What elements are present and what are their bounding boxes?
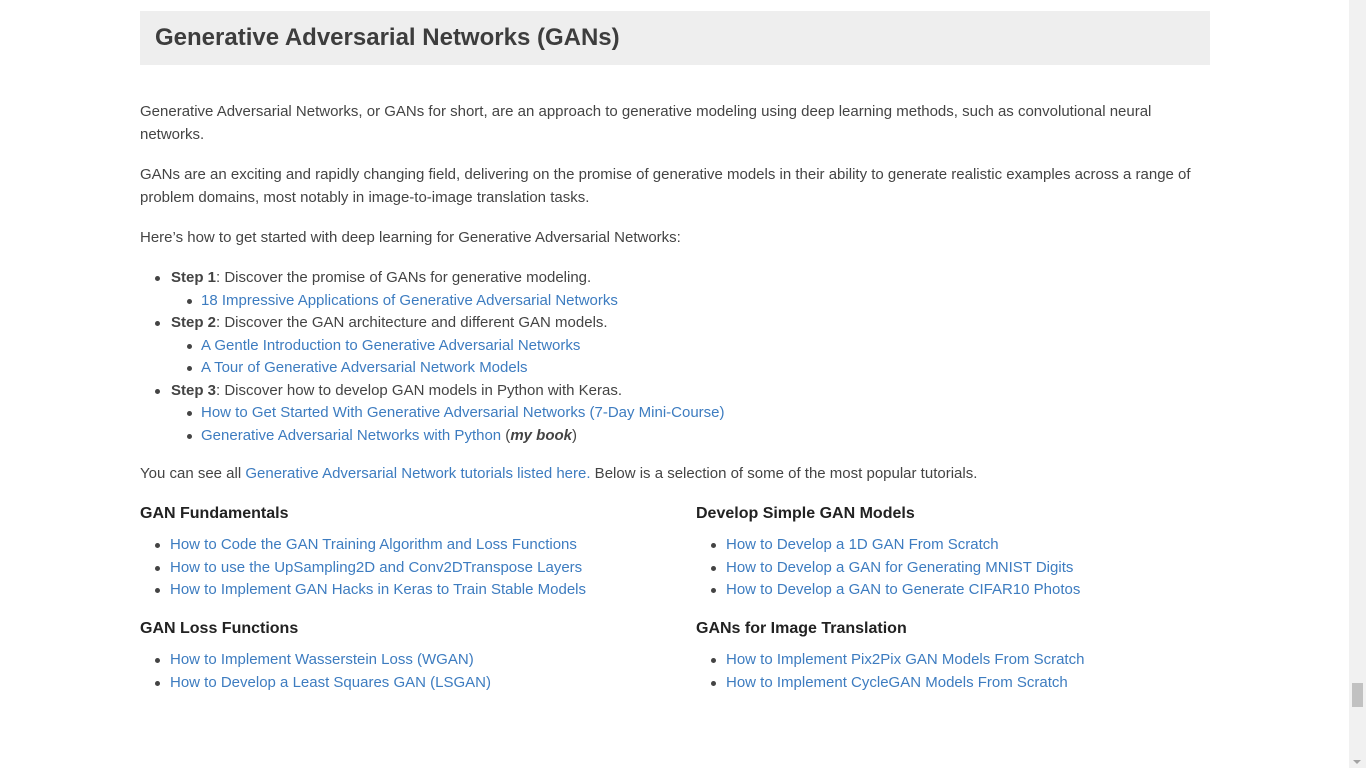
page: Generative Adversarial Networks (GANs) G… bbox=[0, 0, 1366, 768]
list-item: How to Code the GAN Training Algorithm a… bbox=[140, 534, 586, 557]
step-link[interactable]: A Tour of Generative Adversarial Network… bbox=[201, 359, 528, 376]
book-note-open: ( bbox=[501, 426, 511, 444]
book-note-emphasis: my book bbox=[510, 426, 572, 444]
gan-fundamentals-list: How to Code the GAN Training Algorithm a… bbox=[140, 534, 586, 602]
tutorial-link[interactable]: How to Implement Pix2Pix GAN Models From… bbox=[726, 651, 1084, 668]
tutorial-link[interactable]: How to Implement CycleGAN Models From Sc… bbox=[726, 674, 1068, 691]
list-item: How to Implement Pix2Pix GAN Models From… bbox=[696, 649, 1084, 672]
tutorial-link[interactable]: How to Code the GAN Training Algorithm a… bbox=[170, 536, 577, 553]
see-all-suffix: Below is a selection of some of the most… bbox=[590, 465, 978, 482]
vertical-scrollbar[interactable] bbox=[1349, 0, 1366, 768]
step-item: Step 1: Discover the promise of GANs for… bbox=[140, 267, 725, 312]
steps-list: Step 1: Discover the promise of GANs for… bbox=[140, 267, 725, 447]
tutorial-link[interactable]: How to Implement GAN Hacks in Keras to T… bbox=[170, 581, 586, 598]
see-all-paragraph: You can see all Generative Adversarial N… bbox=[140, 462, 1200, 485]
step-link-item: A Tour of Generative Adversarial Network… bbox=[171, 357, 725, 380]
step-label: Step 1 bbox=[171, 269, 217, 286]
step-label: Step 3 bbox=[171, 381, 217, 399]
see-all-link[interactable]: Generative Adversarial Network tutorials… bbox=[245, 465, 590, 482]
step-text: : Discover the promise of GANs for gener… bbox=[216, 269, 592, 286]
tutorial-link[interactable]: How to Develop a GAN for Generating MNIS… bbox=[726, 559, 1073, 576]
tutorial-link[interactable]: How to Develop a 1D GAN From Scratch bbox=[726, 536, 999, 553]
step-sublist: 18 Impressive Applications of Generative… bbox=[171, 290, 725, 313]
image-translation-list: How to Implement Pix2Pix GAN Models From… bbox=[696, 649, 1084, 694]
book-link[interactable]: Generative Adversarial Networks with Pyt… bbox=[201, 427, 501, 444]
step-item: Step 2: Discover the GAN architecture an… bbox=[140, 312, 725, 380]
step-sublist: How to Get Started With Generative Adver… bbox=[171, 402, 725, 447]
tutorial-link[interactable]: How to Develop a Least Squares GAN (LSGA… bbox=[170, 674, 491, 691]
tutorial-link[interactable]: How to use the UpSampling2D and Conv2DTr… bbox=[170, 559, 582, 576]
step-text: : Discover the GAN architecture and diff… bbox=[216, 314, 608, 331]
simple-gan-models-title: Develop Simple GAN Models bbox=[696, 505, 915, 522]
intro-paragraph-1: Generative Adversarial Networks, or GANs… bbox=[140, 103, 1152, 143]
see-all-prefix: You can see all bbox=[140, 465, 246, 482]
list-item: How to use the UpSampling2D and Conv2DTr… bbox=[140, 557, 586, 580]
image-translation-title: GANs for Image Translation bbox=[696, 620, 907, 637]
list-item: How to Develop a Least Squares GAN (LSGA… bbox=[140, 672, 491, 695]
gan-loss-functions-title: GAN Loss Functions bbox=[140, 620, 299, 637]
scrollbar-thumb[interactable] bbox=[1352, 683, 1363, 707]
book-note-close: ) bbox=[572, 426, 577, 444]
scroll-down-arrow-icon[interactable] bbox=[1353, 760, 1361, 764]
step-link-item: Generative Adversarial Networks with Pyt… bbox=[171, 425, 725, 448]
intro-paragraph-3: Here’s how to get started with deep lear… bbox=[140, 229, 681, 246]
tutorial-link[interactable]: How to Implement Wasserstein Loss (WGAN) bbox=[170, 651, 474, 668]
step-sublist: A Gentle Introduction to Generative Adve… bbox=[171, 335, 725, 380]
step-link[interactable]: How to Get Started With Generative Adver… bbox=[201, 404, 725, 421]
step-link-item: How to Get Started With Generative Adver… bbox=[171, 402, 725, 425]
section-title: Generative Adversarial Networks (GANs) bbox=[155, 24, 620, 51]
step-link-item: 18 Impressive Applications of Generative… bbox=[171, 290, 725, 313]
list-item: How to Develop a GAN for Generating MNIS… bbox=[696, 557, 1080, 580]
simple-gan-models-list: How to Develop a 1D GAN From Scratch How… bbox=[696, 534, 1080, 602]
list-item: How to Implement Wasserstein Loss (WGAN) bbox=[140, 649, 491, 672]
list-item: How to Implement GAN Hacks in Keras to T… bbox=[140, 579, 586, 602]
step-link[interactable]: 18 Impressive Applications of Generative… bbox=[201, 292, 618, 309]
section-header: Generative Adversarial Networks (GANs) bbox=[140, 11, 1210, 65]
gan-fundamentals-title: GAN Fundamentals bbox=[140, 505, 289, 522]
list-item: How to Implement CycleGAN Models From Sc… bbox=[696, 672, 1084, 695]
step-item: Step 3: Discover how to develop GAN mode… bbox=[140, 380, 725, 448]
list-item: How to Develop a GAN to Generate CIFAR10… bbox=[696, 579, 1080, 602]
step-label: Step 2 bbox=[171, 314, 217, 331]
step-text: : Discover how to develop GAN models in … bbox=[216, 381, 623, 399]
intro-paragraph-2: GANs are an exciting and rapidly changin… bbox=[140, 166, 1191, 206]
tutorial-link[interactable]: How to Develop a GAN to Generate CIFAR10… bbox=[726, 581, 1080, 598]
step-link-item: A Gentle Introduction to Generative Adve… bbox=[171, 335, 725, 358]
list-item: How to Develop a 1D GAN From Scratch bbox=[696, 534, 1080, 557]
gan-loss-functions-list: How to Implement Wasserstein Loss (WGAN)… bbox=[140, 649, 491, 694]
step-link[interactable]: A Gentle Introduction to Generative Adve… bbox=[201, 337, 580, 354]
